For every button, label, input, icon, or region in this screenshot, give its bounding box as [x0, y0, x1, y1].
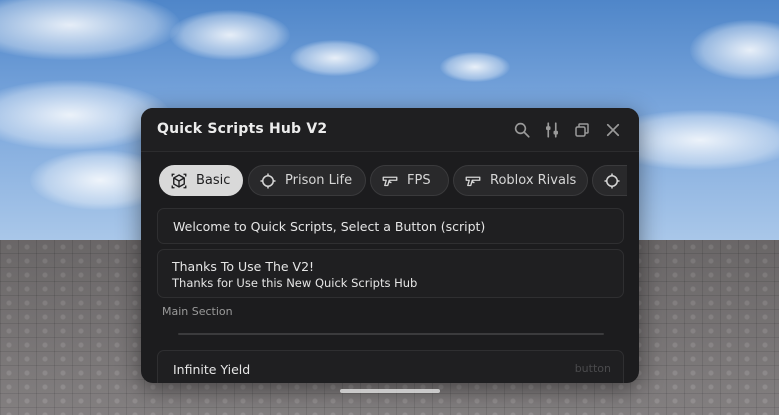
- tab-bar: Basic Prison Life FPS Roblox Rivals: [157, 164, 627, 198]
- drag-handle[interactable]: [340, 389, 440, 393]
- tab-prison-life[interactable]: Prison Life: [248, 165, 366, 196]
- crosshair-icon: [604, 173, 620, 188]
- thanks-title: Thanks To Use The V2!: [172, 259, 315, 274]
- tab-fps[interactable]: FPS: [370, 165, 449, 196]
- welcome-paragraph: Welcome to Quick Scripts, Select a Butto…: [157, 208, 624, 244]
- tab-more[interactable]: [592, 165, 627, 196]
- gun-icon: [382, 176, 398, 186]
- button-type-hint: button: [574, 362, 611, 375]
- infinite-yield-button[interactable]: Infinite Yield button: [157, 350, 624, 383]
- thanks-body: Thanks for Use this New Quick Scripts Hu…: [172, 276, 418, 290]
- tab-basic[interactable]: Basic: [159, 165, 243, 196]
- script-hub-window: Quick Scripts Hub V2 Basic Prison Life F…: [141, 108, 639, 383]
- section-divider: [178, 333, 604, 335]
- window-title: Quick Scripts Hub V2: [157, 121, 328, 137]
- tab-label: Roblox Rivals: [490, 173, 577, 188]
- tab-label: FPS: [407, 173, 431, 188]
- search-icon[interactable]: [512, 120, 532, 140]
- sliders-icon[interactable]: [542, 120, 562, 140]
- copy-icon[interactable]: [572, 120, 592, 140]
- thanks-paragraph: Thanks To Use The V2! Thanks for Use thi…: [157, 249, 624, 298]
- crosshair-icon: [260, 173, 276, 188]
- tab-label: Basic: [196, 173, 231, 188]
- title-bar[interactable]: Quick Scripts Hub V2: [141, 108, 639, 152]
- section-label: Main Section: [162, 305, 233, 318]
- tab-roblox-rivals[interactable]: Roblox Rivals: [453, 165, 588, 196]
- cube-icon: [171, 173, 187, 188]
- gun-icon: [465, 176, 481, 186]
- button-label: Infinite Yield: [173, 362, 251, 377]
- close-icon[interactable]: [603, 120, 623, 140]
- tab-label: Prison Life: [285, 173, 353, 188]
- welcome-text: Welcome to Quick Scripts, Select a Butto…: [173, 219, 486, 234]
